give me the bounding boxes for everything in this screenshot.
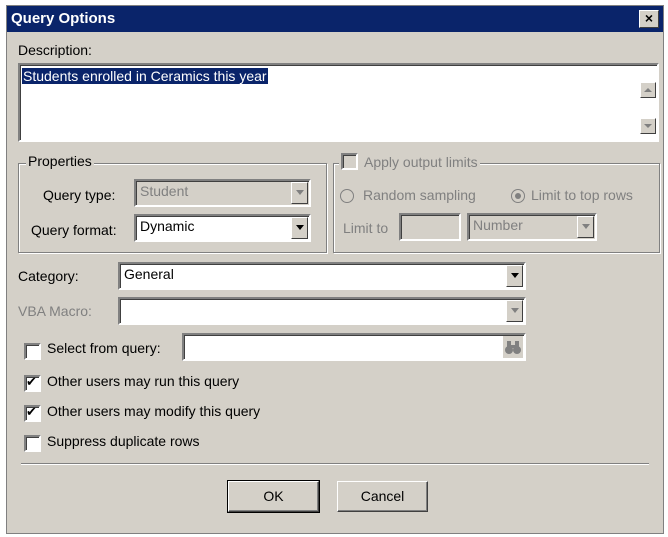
limit-to-input[interactable] xyxy=(399,213,461,241)
scroll-up-button[interactable] xyxy=(640,82,656,98)
scroll-up-icon xyxy=(644,88,652,92)
random-sampling-label: Random sampling xyxy=(363,187,476,203)
select-from-query-label: Select from query: xyxy=(47,340,161,356)
chevron-down-icon xyxy=(577,216,594,238)
others-run-label: Other users may run this query xyxy=(47,373,240,389)
chevron-down-icon xyxy=(291,182,308,204)
others-modify-label: Other users may modify this query xyxy=(47,403,261,419)
vba-macro-select xyxy=(118,297,526,325)
ok-button[interactable]: OK xyxy=(227,480,320,513)
query-type-select: Student xyxy=(134,179,311,207)
others-modify-checkbox[interactable] xyxy=(24,404,41,422)
query-options-dialog: Query Options × Description: Students en… xyxy=(6,5,664,534)
title-bar: Query Options × xyxy=(7,6,663,32)
binoculars-icon xyxy=(505,341,521,354)
browse-button[interactable] xyxy=(503,336,523,358)
chevron-down-icon[interactable] xyxy=(291,217,308,239)
cancel-button[interactable]: Cancel xyxy=(337,481,428,512)
description-textarea[interactable]: Students enrolled in Ceramics this year xyxy=(18,63,659,142)
description-text: Students enrolled in Ceramics this year xyxy=(22,68,268,84)
limit-unit-value: Number xyxy=(473,217,523,233)
description-label: Description: xyxy=(18,42,92,58)
vba-macro-label: VBA Macro: xyxy=(18,303,92,319)
window-title: Query Options xyxy=(11,10,116,27)
scroll-down-button[interactable] xyxy=(640,118,656,134)
category-value: General xyxy=(124,266,174,282)
apply-output-limits-label: Apply output limits xyxy=(364,153,478,170)
select-from-query-checkbox[interactable] xyxy=(24,343,41,360)
query-format-label: Query format: xyxy=(31,222,117,238)
limit-top-rows-label: Limit to top rows xyxy=(531,187,633,203)
limit-to-label: Limit to xyxy=(343,220,389,236)
suppress-duplicates-checkbox[interactable] xyxy=(24,435,41,452)
random-sampling-radio[interactable] xyxy=(340,189,354,203)
limit-unit-select: Number xyxy=(467,213,597,241)
apply-output-limits-checkbox[interactable] xyxy=(341,153,358,170)
category-label: Category: xyxy=(18,268,79,284)
scroll-down-icon xyxy=(644,124,652,128)
query-type-label: Query type: xyxy=(43,187,116,203)
others-run-checkbox[interactable] xyxy=(24,374,41,392)
properties-legend: Properties xyxy=(26,153,94,169)
query-format-select[interactable]: Dynamic xyxy=(134,214,311,242)
category-select[interactable]: General xyxy=(118,262,526,290)
query-format-value: Dynamic xyxy=(140,218,195,234)
suppress-duplicates-label: Suppress duplicate rows xyxy=(47,433,200,449)
query-type-value: Student xyxy=(140,183,189,199)
divider xyxy=(21,463,649,465)
chevron-down-icon xyxy=(506,300,523,322)
limit-top-rows-radio[interactable] xyxy=(511,189,525,203)
chevron-down-icon[interactable] xyxy=(506,265,523,287)
select-from-query-input[interactable] xyxy=(182,333,526,361)
output-limits-legend: Apply output limits xyxy=(339,153,480,170)
close-button[interactable]: × xyxy=(639,10,659,28)
